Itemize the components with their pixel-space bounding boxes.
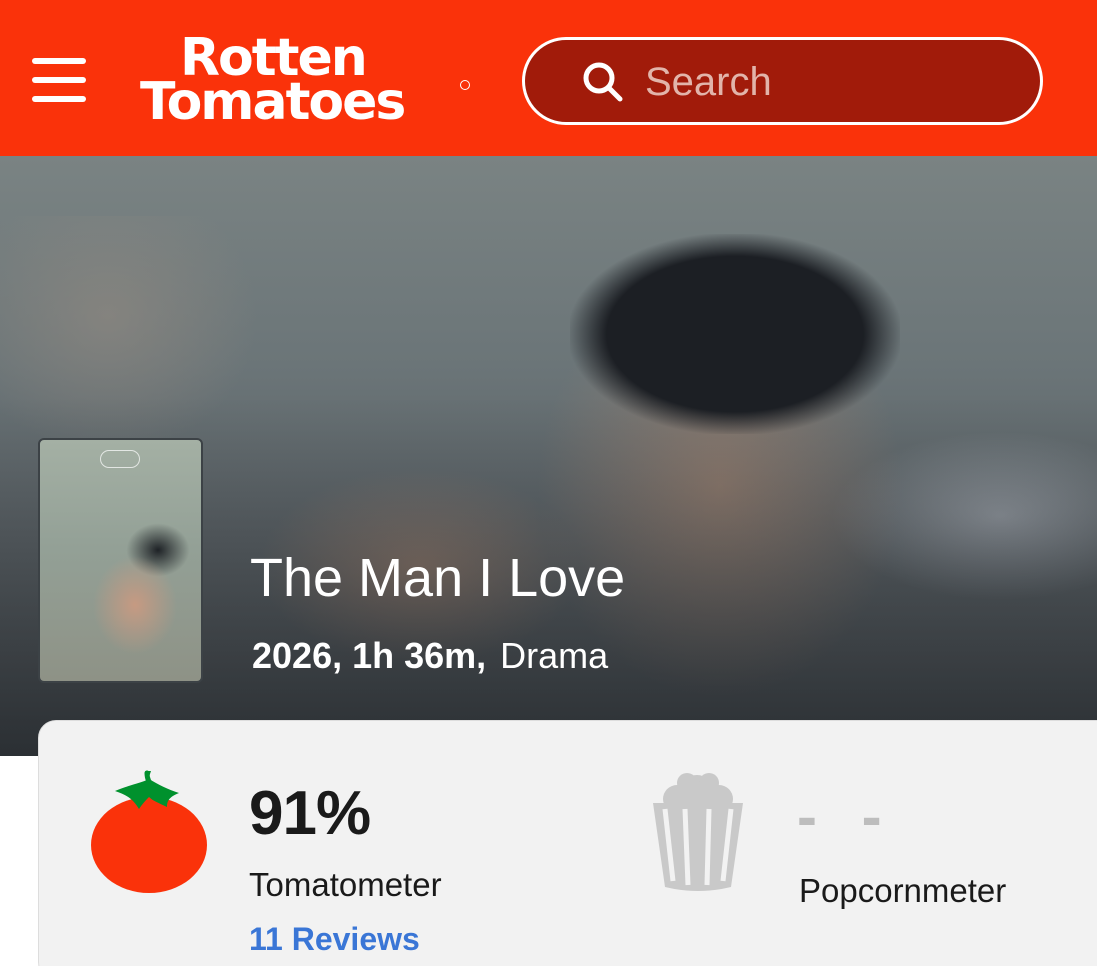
empty-popcorn-icon	[653, 773, 743, 891]
movie-year-runtime: 2026, 1h 36m,	[252, 635, 487, 676]
menu-bar	[32, 77, 86, 83]
site-header: Rotten Tomatoes Search	[0, 0, 1097, 156]
search-input[interactable]: Search	[522, 37, 1043, 125]
scores-panel: 91% Tomatometer 11 Reviews - - Popcornme…	[38, 720, 1097, 966]
popcornmeter-label: Popcornmeter	[799, 872, 1007, 909]
reviews-count-link[interactable]: 11 Reviews	[249, 919, 420, 959]
menu-bar	[32, 96, 86, 102]
movie-title: The Man I Love	[250, 548, 626, 608]
search-icon	[583, 62, 623, 102]
popcornmeter-score: - -	[797, 783, 896, 850]
movie-meta: 2026, 1h 36m, Drama	[252, 634, 608, 678]
tomatometer-score: 91%	[249, 779, 371, 848]
fresh-tomato-icon	[91, 770, 207, 893]
rotten-tomatoes-logo[interactable]: Rotten Tomatoes	[140, 30, 470, 134]
registered-mark-icon	[460, 80, 470, 90]
menu-bar	[32, 58, 86, 64]
movie-poster[interactable]	[38, 438, 203, 683]
hero-backdrop-image: The Man I Love 2026, 1h 36m, Drama	[0, 156, 1097, 756]
search-placeholder: Search	[645, 60, 772, 104]
hamburger-menu-icon[interactable]	[30, 58, 88, 104]
movie-genre: Drama	[500, 635, 609, 676]
poster-festival-logo	[100, 450, 140, 468]
logo-line-2: Tomatoes	[140, 72, 406, 132]
tomatometer-label: Tomatometer	[249, 866, 442, 903]
